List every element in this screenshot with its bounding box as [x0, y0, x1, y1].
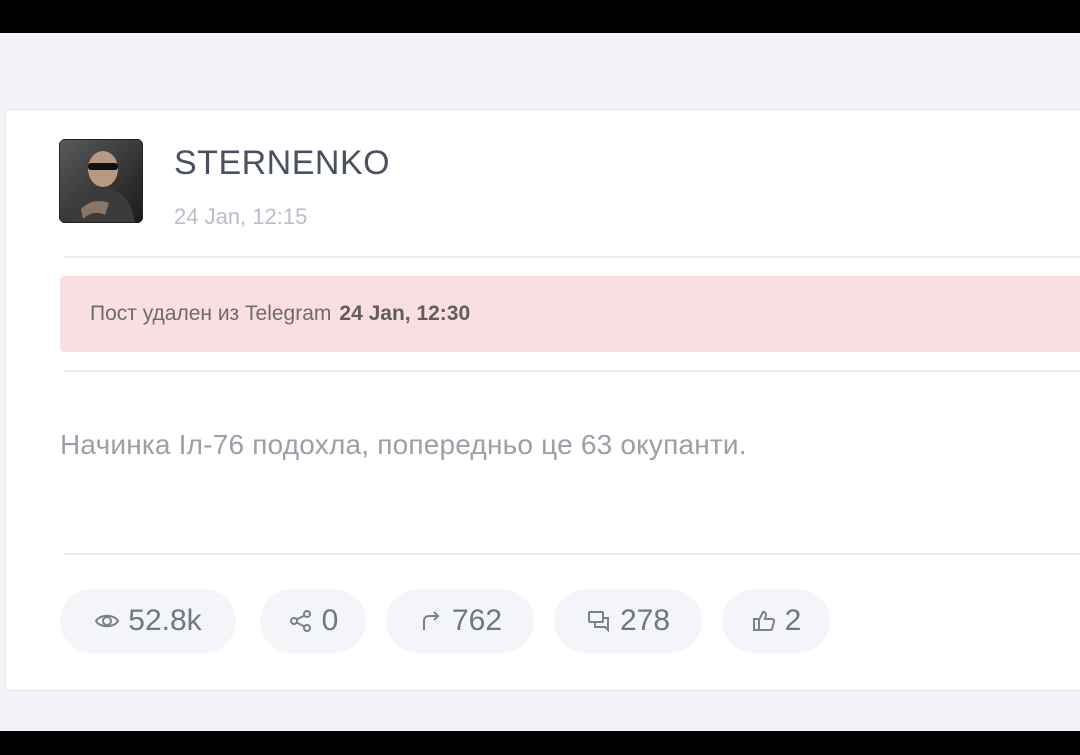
likes-count: 2 [784, 604, 802, 637]
forwards-count: 762 [451, 604, 503, 637]
comments-icon [587, 611, 609, 633]
author-name[interactable]: STERNENKO [174, 143, 390, 183]
eye-icon [95, 614, 120, 628]
screenshot-frame: STERNENKO 24 Jan, 12:15 Пост удален из T… [0, 0, 1080, 755]
banner-divider [64, 370, 1080, 372]
deleted-notice: Пост удален из Telegram 24 Jan, 12:30 [90, 300, 470, 328]
deleted-notice-text: Пост удален из Telegram [90, 302, 332, 325]
views-count: 52.8k [128, 604, 202, 637]
avatar-photo [59, 139, 143, 223]
forwards-stat[interactable]: 762 [386, 589, 534, 653]
views-stat[interactable]: 52.8k [60, 589, 236, 653]
forward-arrow-icon [422, 611, 440, 630]
thumbs-up-icon [752, 610, 775, 631]
feed-page: STERNENKO 24 Jan, 12:15 Пост удален из T… [0, 33, 1080, 731]
post-timestamp: 24 Jan, 12:15 [174, 204, 308, 229]
post-card: STERNENKO 24 Jan, 12:15 Пост удален из T… [5, 109, 1080, 691]
comments-stat[interactable]: 278 [554, 589, 702, 653]
deleted-notice-time: 24 Jan, 12:30 [339, 302, 471, 325]
post-body-text: Начинка Іл-76 подохла, попередньо це 63 … [60, 429, 747, 460]
shares-count: 0 [321, 604, 339, 637]
header-divider [64, 256, 1080, 258]
likes-stat[interactable]: 2 [722, 589, 830, 653]
deleted-post-banner: Пост удален из Telegram 24 Jan, 12:30 [60, 276, 1080, 352]
author-avatar[interactable] [59, 139, 143, 223]
footer-divider [64, 553, 1080, 555]
share-icon [289, 610, 311, 632]
comments-count: 278 [619, 604, 671, 637]
shares-stat[interactable]: 0 [260, 589, 366, 653]
